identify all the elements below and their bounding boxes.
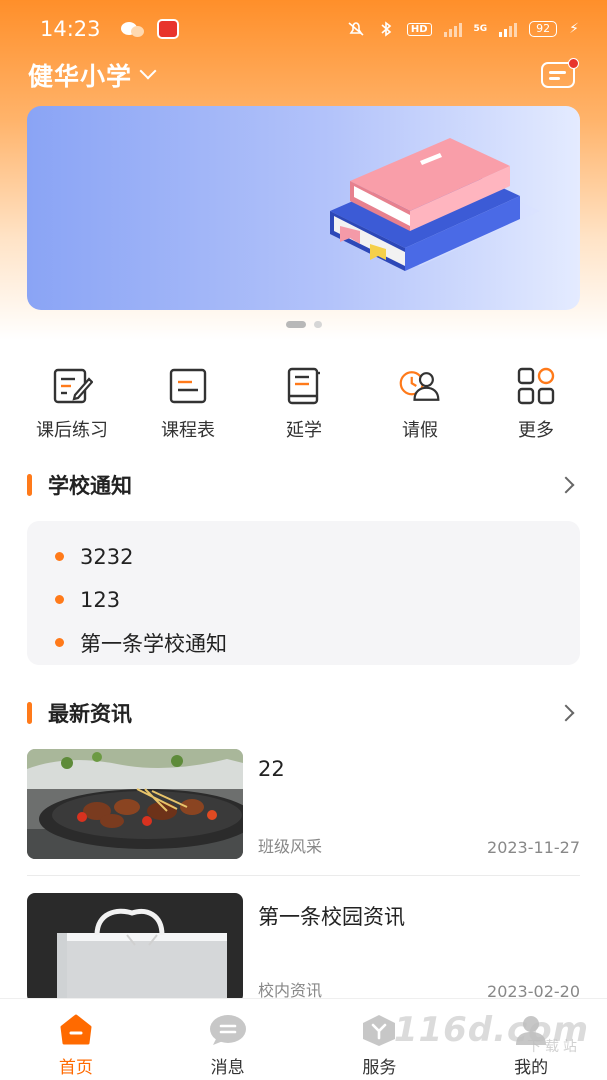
network-type: 5G — [473, 24, 488, 34]
notice-item[interactable]: 3232 — [55, 535, 580, 578]
bullet-dot — [55, 552, 64, 561]
news-item[interactable]: 第一条校园资讯 校内资讯 2023-02-20 — [27, 893, 580, 1005]
tab-label: 我的 — [514, 1058, 549, 1078]
chevron-right-icon — [557, 704, 575, 722]
schedule-icon — [166, 364, 210, 408]
news-title: 22 — [258, 757, 285, 781]
hd-badge: HD — [406, 22, 432, 36]
leave-icon — [398, 364, 442, 408]
carousel-indicator — [0, 321, 607, 328]
home-icon — [60, 1014, 92, 1045]
banner-carousel[interactable] — [27, 106, 580, 310]
quick-action-label: 更多 — [518, 420, 554, 441]
quick-action-extended[interactable]: 延学 — [246, 364, 362, 442]
news-category: 班级风采 — [258, 837, 323, 856]
homework-icon — [50, 364, 94, 408]
notice-item[interactable]: 123 — [55, 578, 580, 621]
chevron-right-icon — [557, 476, 575, 494]
tab-label: 服务 — [362, 1058, 397, 1078]
message-icon[interactable] — [539, 58, 579, 92]
notice-text: 3232 — [80, 544, 134, 569]
quick-action-label: 延学 — [286, 420, 322, 441]
battery-indicator: 92 — [529, 21, 558, 37]
tab-messages[interactable]: 消息 — [152, 999, 304, 1080]
message-tab-icon — [209, 1015, 246, 1045]
section-accent-bar — [27, 702, 32, 724]
status-time: 14:23 — [40, 17, 101, 41]
school-name: 健华小学 — [28, 62, 133, 91]
charging-icon: ⚡ — [569, 21, 579, 37]
news-date: 2023-11-27 — [487, 838, 580, 857]
quick-action-leave[interactable]: 请假 — [362, 364, 478, 442]
quick-action-homework[interactable]: 课后练习 — [14, 364, 130, 442]
quick-action-more[interactable]: 更多 — [478, 364, 594, 442]
news-thumbnail — [27, 893, 243, 1003]
section-title: 最新资讯 — [48, 702, 132, 726]
mute-icon — [348, 22, 364, 36]
bluetooth-icon — [381, 21, 392, 37]
signal-icon-2 — [499, 21, 518, 37]
notice-text: 第一条学校通知 — [80, 631, 227, 656]
school-notice-header[interactable]: 学校通知 — [27, 470, 580, 500]
news-title: 第一条校园资讯 — [258, 905, 405, 929]
unread-dot — [568, 58, 579, 69]
carousel-dot — [313, 321, 322, 328]
status-bar: 14:23 HD 5G 92 ⚡ — [0, 0, 607, 58]
carousel-dot-active — [285, 321, 306, 328]
notice-item[interactable]: 第一条学校通知 — [55, 621, 580, 664]
more-grid-icon — [514, 364, 558, 408]
tab-home[interactable]: 首页 — [0, 999, 152, 1080]
school-selector[interactable]: 健华小学 — [28, 54, 157, 96]
bullet-dot — [55, 595, 64, 604]
latest-news-header[interactable]: 最新资讯 — [27, 698, 580, 728]
tab-label: 首页 — [58, 1058, 93, 1078]
news-item[interactable]: 22 班级风采 2023-11-27 — [27, 749, 580, 861]
app-notification-icon — [156, 19, 179, 39]
watermark-subtext: 下载站 — [527, 1039, 581, 1055]
quick-actions: 课后练习 课程表 延学 请假 更多 — [14, 364, 594, 442]
notice-list: 3232 123 第一条学校通知 — [27, 521, 580, 665]
notice-text: 123 — [80, 587, 121, 612]
quick-action-label: 请假 — [402, 420, 438, 441]
tab-label: 消息 — [210, 1058, 245, 1078]
quick-action-label: 课后练习 — [36, 420, 108, 441]
section-title: 学校通知 — [48, 474, 132, 498]
signal-icon — [443, 21, 462, 37]
wechat-icon — [120, 20, 145, 38]
quick-action-label: 课程表 — [161, 420, 215, 441]
chevron-down-icon — [139, 62, 157, 80]
news-thumbnail — [27, 749, 243, 859]
divider — [27, 875, 580, 876]
bullet-dot — [55, 638, 64, 647]
book-icon — [282, 364, 326, 408]
books-illustration — [330, 138, 540, 271]
quick-action-schedule[interactable]: 课程表 — [130, 364, 246, 442]
section-accent-bar — [27, 474, 32, 496]
